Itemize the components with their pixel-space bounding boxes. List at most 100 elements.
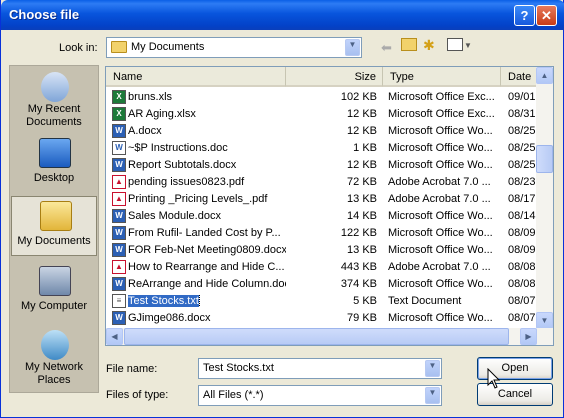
file-date: 08/25 (508, 159, 536, 171)
horizontal-scrollbar[interactable]: ◀ ▶ (106, 328, 553, 345)
place-my-computer[interactable]: My Computer (11, 262, 97, 326)
vertical-scroll-thumb[interactable] (536, 145, 553, 173)
file-name: pending issues0823.pdf (128, 176, 245, 188)
column-header-date[interactable]: Date (501, 67, 538, 87)
file-row[interactable]: W ~$P Instructions.doc 1 KB Microsoft Offic… (106, 140, 538, 157)
text-file-icon: ≡ (112, 294, 126, 308)
file-row[interactable]: W A.docx 12 KB Microsoft Office Wo... 08/25 (106, 123, 538, 140)
word-file-icon: W (112, 209, 126, 223)
horizontal-scroll-thumb[interactable] (124, 328, 509, 345)
file-type: Adobe Acrobat 7.0 ... (388, 193, 491, 205)
word-file-icon: W (112, 226, 126, 240)
file-list[interactable]: Name Size Type Date Xbruns.xls 102 KB Micr… (105, 66, 554, 346)
file-date: 08/25 (508, 142, 536, 154)
file-date: 08/09 (508, 244, 536, 256)
chevron-down-icon[interactable]: ▼ (345, 39, 360, 56)
file-name: How to Rearrange and Hide C... (128, 261, 285, 273)
file-size: 13 KB (347, 244, 377, 256)
dialog-title: Choose file (9, 7, 80, 22)
file-row[interactable]: ▲ pending issues0823.pdf 72 KB Adobe Acroba… (106, 174, 538, 191)
file-row[interactable]: W Sales Module.docx 14 KB Microsoft Office … (106, 208, 538, 225)
file-date: 08/07 (508, 295, 536, 307)
file-size: 72 KB (347, 176, 377, 188)
back-arrow-icon[interactable]: ⬅ (381, 40, 392, 56)
file-row[interactable]: ≡ Test Stocks.txt 5 KB Text Document 08/07 (106, 293, 538, 310)
file-size: 12 KB (347, 125, 377, 137)
file-date: 09/01 (508, 91, 536, 103)
file-type: Microsoft Office Wo... (388, 125, 493, 137)
file-name: GJimge086.docx (128, 312, 211, 324)
file-name: ReArrange and Hide Column.doc (128, 278, 286, 290)
recent-documents-icon (41, 72, 69, 102)
network-places-icon (41, 330, 69, 360)
choose-file-dialog: Choose file ? ✕ Look in: My Documents ▼ … (0, 0, 564, 418)
file-name: A.docx (128, 125, 162, 137)
file-date: 08/25 (508, 125, 536, 137)
place-desktop[interactable]: Desktop (11, 134, 97, 198)
file-row[interactable]: ▲ How to Rearrange and Hide C... 443 KB Ado… (106, 259, 538, 276)
file-name-label: File name: (106, 363, 158, 375)
file-row[interactable]: Xbruns.xls 102 KB Microsoft Office Exc... 0… (106, 89, 538, 106)
file-type: Adobe Acrobat 7.0 ... (388, 261, 491, 273)
file-row[interactable]: X AR Aging.xlsx 12 KB Microsoft Office Exc.… (106, 106, 538, 123)
place-recent-documents[interactable]: My Recent Documents (11, 68, 97, 132)
scroll-left-icon[interactable]: ◀ (106, 328, 123, 345)
title-bar[interactable]: Choose file ? ✕ (1, 0, 564, 30)
file-type: Microsoft Office Wo... (388, 312, 493, 324)
place-my-network[interactable]: My Network Places (11, 326, 97, 390)
new-folder-icon[interactable]: ✱ (423, 37, 435, 54)
column-header-name[interactable]: Name (106, 67, 286, 87)
scroll-up-icon[interactable]: ▲ (536, 67, 553, 84)
word-file-icon: W (112, 158, 126, 172)
column-header-size[interactable]: Size (286, 67, 383, 87)
up-folder-icon[interactable] (401, 38, 417, 51)
vertical-scrollbar[interactable]: ▲ ▼ (536, 67, 553, 329)
file-row[interactable]: W ReArrange and Hide Column.doc 374 KB Micr… (106, 276, 538, 293)
file-name-field[interactable]: Test Stocks.txt ▼ (198, 358, 442, 379)
file-row[interactable]: W Report Subtotals.docx 12 KB Microsoft Off… (106, 157, 538, 174)
file-name: AR Aging.xlsx (128, 108, 196, 120)
views-dropdown-arrow-icon[interactable]: ▼ (464, 41, 472, 50)
file-type: Microsoft Office Wo... (388, 159, 493, 171)
column-header-type[interactable]: Type (383, 67, 501, 87)
file-row[interactable]: ▲ Printing _Pricing Levels_.pdf 13 KB Adobe… (106, 191, 538, 208)
my-documents-icon (40, 201, 72, 231)
file-size: 443 KB (340, 261, 377, 273)
file-date: 08/17 (508, 193, 536, 205)
file-type-dropdown[interactable]: All Files (*.*) ▼ (198, 385, 442, 406)
file-name: bruns.xls (128, 91, 173, 103)
file-name: Printing _Pricing Levels_.pdf (128, 193, 268, 205)
file-name: From Rufil- Landed Cost by P... (128, 227, 281, 239)
chevron-down-icon[interactable]: ▼ (425, 387, 440, 404)
scroll-down-icon[interactable]: ▼ (536, 312, 553, 329)
chevron-down-icon[interactable]: ▼ (425, 360, 440, 377)
help-button[interactable]: ? (514, 5, 535, 26)
excel-file-icon: X (112, 90, 126, 104)
file-type: Microsoft Office Wo... (388, 142, 493, 154)
word-file-icon: W (112, 243, 126, 257)
file-size: 1 KB (353, 142, 377, 154)
pdf-file-icon: ▲ (112, 175, 126, 189)
file-size: 13 KB (347, 193, 377, 205)
word-file-icon: W (112, 124, 126, 138)
file-date: 08/08 (508, 261, 536, 273)
file-name: FOR Feb-Net Meeting0809.docx (128, 244, 286, 256)
close-button[interactable]: ✕ (536, 5, 557, 26)
look-in-dropdown[interactable]: My Documents ▼ (106, 37, 362, 58)
place-my-documents[interactable]: My Documents (11, 196, 97, 256)
views-menu-icon[interactable] (447, 38, 463, 51)
file-row[interactable]: W From Rufil- Landed Cost by P... 122 KB Mi… (106, 225, 538, 242)
file-name: ~$P Instructions.doc (128, 142, 228, 154)
file-type-value: All Files (*.*) (203, 389, 264, 401)
doc-temp-file-icon: W (112, 141, 126, 155)
file-row[interactable]: W FOR Feb-Net Meeting0809.docx 13 KB Micros… (106, 242, 538, 259)
file-date: 08/14 (508, 210, 536, 222)
file-size: 12 KB (347, 108, 377, 120)
file-type: Adobe Acrobat 7.0 ... (388, 176, 491, 188)
desktop-icon (39, 138, 71, 168)
file-row[interactable]: W GJimge086.docx 79 KB Microsoft Office Wo.… (106, 310, 538, 327)
mouse-cursor-icon (487, 368, 501, 389)
file-type: Microsoft Office Wo... (388, 210, 493, 222)
scroll-right-icon[interactable]: ▶ (520, 328, 537, 345)
file-type: Microsoft Office Wo... (388, 278, 493, 290)
